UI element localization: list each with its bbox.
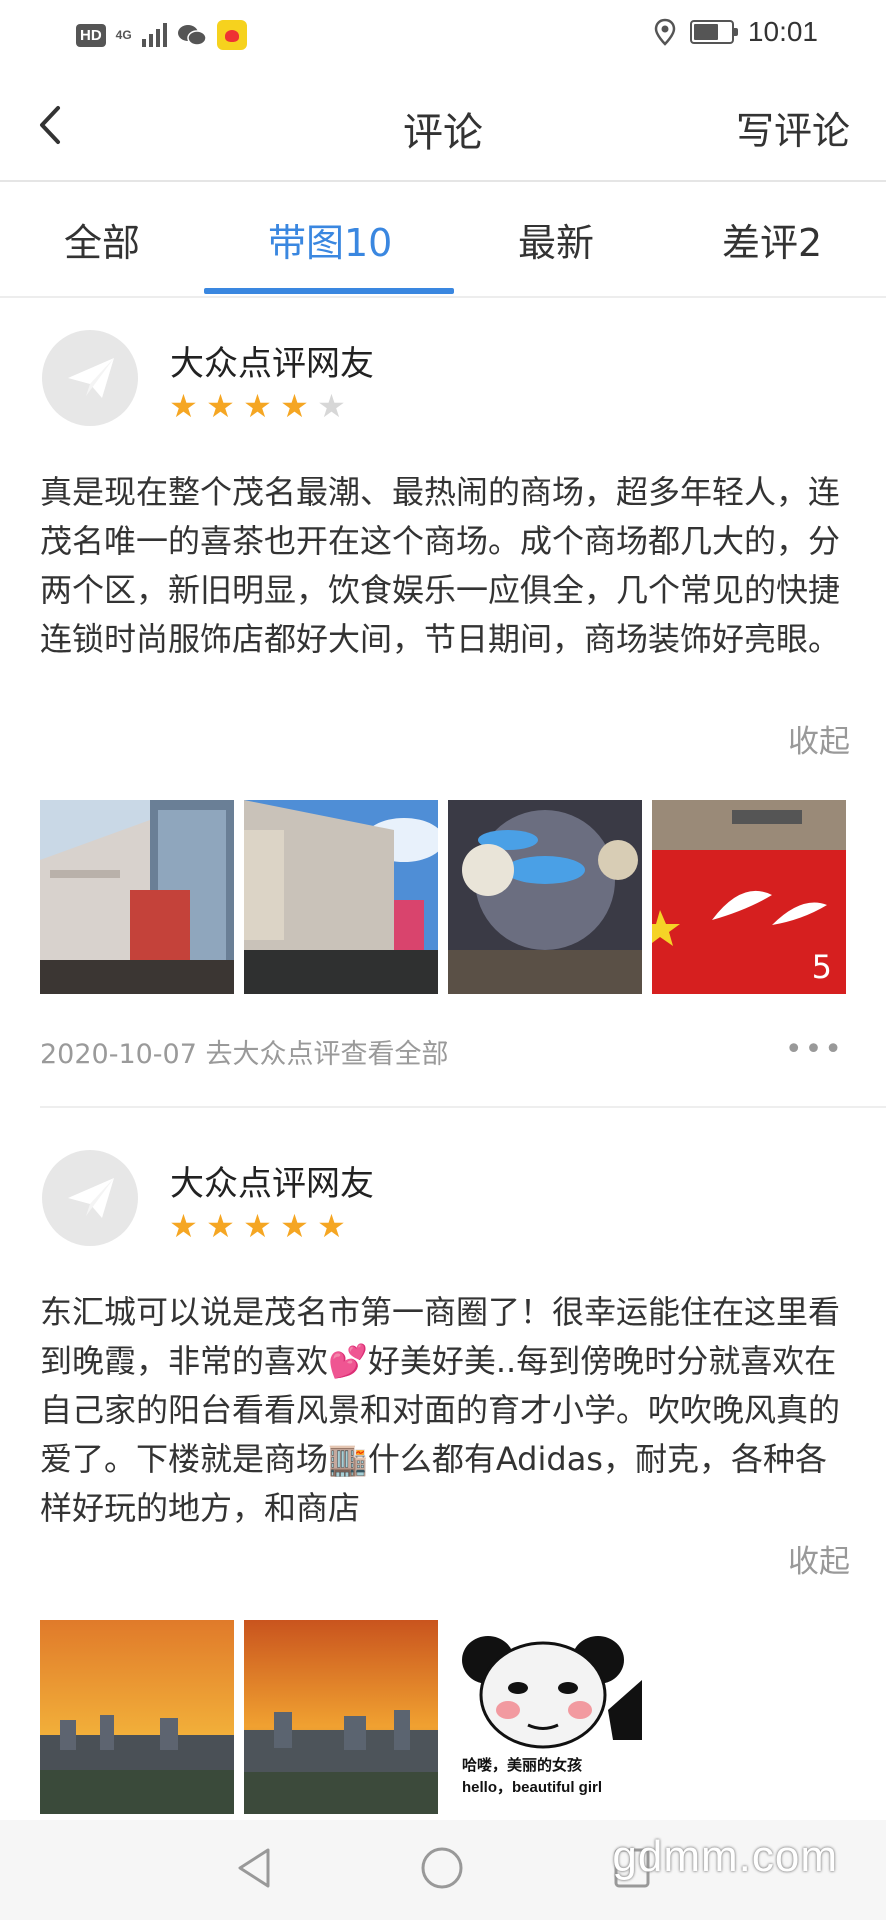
photo-strip: 5 [40, 800, 846, 994]
review-photo[interactable] [244, 1620, 438, 1814]
meme-photo[interactable]: 哈喽，美丽的女孩 hello，beautiful girl [448, 1620, 642, 1814]
network-type-icon: 4G [115, 28, 132, 42]
avatar[interactable] [42, 1150, 138, 1246]
review-photo[interactable] [40, 800, 234, 994]
star-rating: ★ ★ ★ ★ ★ [168, 1210, 347, 1242]
review-meta: 2020-10-07 去大众点评查看全部 [40, 1032, 449, 1071]
review-photo[interactable] [448, 800, 642, 994]
divider [40, 1106, 886, 1108]
review-photo[interactable]: 5 [652, 800, 846, 994]
watermark: gdmm.com [612, 1832, 838, 1881]
star-icon: ★ [206, 387, 235, 425]
app-notification-icon [216, 20, 247, 50]
collapse-button[interactable]: 收起 [788, 1536, 850, 1581]
photo-strip: 哈喽，美丽的女孩 hello，beautiful girl [40, 1620, 642, 1814]
more-options-icon[interactable]: ••• [785, 1032, 844, 1067]
active-tab-indicator [204, 288, 454, 294]
star-icon: ★ [169, 387, 198, 425]
star-icon: ★ [243, 387, 272, 425]
star-icon: ★ [206, 1207, 235, 1245]
status-bar: HD 4G 10:01 [0, 0, 886, 72]
write-review-button[interactable]: 写评论 [736, 100, 850, 155]
tab-bar: 全部 带图10 最新 差评2 [0, 182, 886, 298]
star-icon: ★ [317, 1207, 346, 1245]
star-icon: ★ [280, 387, 309, 425]
clock: 10:01 [747, 16, 818, 47]
wechat-icon [177, 25, 207, 46]
tab-latest[interactable]: 最新 [518, 212, 594, 267]
tab-all[interactable]: 全部 [64, 212, 140, 267]
nav-back-icon[interactable] [234, 1846, 274, 1890]
panda-meme-icon [462, 1636, 642, 1749]
paper-plane-icon [68, 358, 114, 398]
review-card: 大众点评网友 ★ ★ ★ ★ ★ 东汇城可以说是茂名市第一商圈了！很幸运能住在这… [0, 1118, 886, 1818]
hd-icon: HD [76, 23, 106, 47]
meme-caption-english: hello，beautiful girl [462, 1779, 603, 1796]
signal-icon [141, 23, 167, 47]
star-icon: ★ [280, 1207, 309, 1245]
tab-with-photos[interactable]: 带图10 [268, 212, 392, 267]
tab-negative[interactable]: 差评2 [722, 212, 822, 267]
paper-plane-icon [68, 1178, 114, 1218]
nav-home-icon[interactable] [420, 1846, 464, 1890]
review-photo[interactable] [40, 1620, 234, 1814]
review-date: 2020-10-07 [40, 1039, 197, 1070]
review-text: 东汇城可以说是茂名市第一商圈了！很幸运能住在这里看到晚霞，非常的喜欢💕好美好美.… [40, 1293, 841, 1527]
status-right-icons: 10:01 [654, 16, 818, 48]
review-text: 真是现在整个茂名最潮、最热闹的商场，超多年轻人，连茂名唯一的喜茶也开在这个商场。… [40, 473, 841, 658]
star-icon: ★ [243, 1207, 272, 1245]
meme-caption-chinese: 哈喽，美丽的女孩 [462, 1757, 583, 1774]
star-rating: ★ ★ ★ ★ ★ [168, 390, 347, 422]
reviewer-name: 大众点评网友 [170, 1164, 374, 1204]
view-all-link[interactable]: 去大众点评查看全部 [206, 1039, 449, 1070]
star-empty-icon: ★ [317, 387, 346, 425]
avatar[interactable] [42, 330, 138, 426]
review-card: 大众点评网友 ★ ★ ★ ★ ★ 真是现在整个茂名最潮、最热闹的商场，超多年轻人… [0, 298, 886, 1108]
collapse-button[interactable]: 收起 [788, 716, 850, 761]
status-left-icons: HD 4G [76, 20, 247, 50]
reviewer-name: 大众点评网友 [170, 344, 374, 384]
battery-icon [689, 20, 738, 44]
star-icon: ★ [169, 1207, 198, 1245]
more-photos-count: 5 [811, 948, 832, 986]
review-photo[interactable] [244, 800, 438, 994]
location-icon [654, 18, 676, 46]
title-bar: 评论 写评论 [0, 72, 886, 182]
